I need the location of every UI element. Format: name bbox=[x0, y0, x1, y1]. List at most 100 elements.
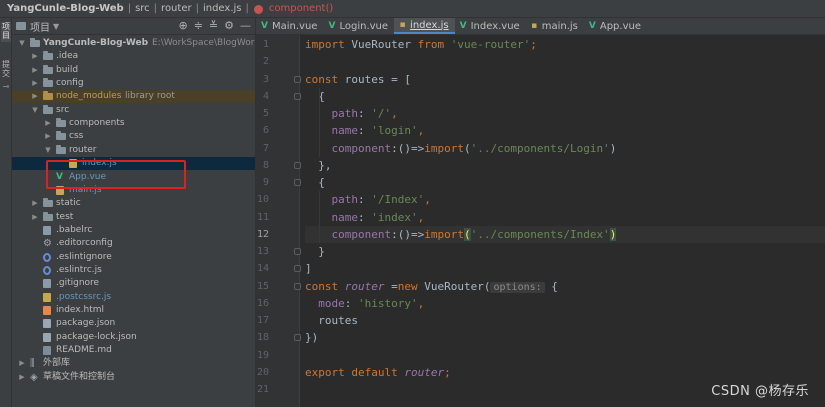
fold-marker-icon[interactable] bbox=[294, 334, 301, 342]
locate-icon[interactable]: ⊕ bbox=[178, 19, 187, 32]
tree-item-package-lock-json[interactable]: package-lock.json bbox=[12, 331, 255, 344]
tree-item-build[interactable]: ▶ build bbox=[12, 64, 255, 77]
fold-marker-icon[interactable] bbox=[294, 92, 301, 100]
tab-login-vue[interactable]: V Login.vue bbox=[323, 18, 394, 34]
code-line[interactable]: ] bbox=[305, 260, 825, 277]
chevron-right-icon[interactable]: ▶ bbox=[18, 371, 26, 384]
code-line[interactable]: { bbox=[305, 174, 825, 191]
tab-index-js[interactable]: ▪ index.js bbox=[394, 18, 455, 34]
breadcrumb-src[interactable]: src bbox=[132, 3, 153, 14]
commit-tool-tab[interactable]: 提交 bbox=[1, 60, 11, 80]
navigation-bar: YangCunle-Blog-Web | src | router | inde… bbox=[0, 0, 825, 18]
code-token: : bbox=[358, 193, 372, 207]
tab-app-vue[interactable]: V App.vue bbox=[584, 18, 647, 34]
code-editor[interactable]: 1 2 3 4 5 6 7 8 9 10 11 12 13 14 15 16 17 18 19 20 21 import… bbox=[256, 35, 825, 407]
code-line[interactable] bbox=[305, 347, 825, 364]
fold-marker-icon[interactable] bbox=[294, 282, 301, 290]
tab-main-vue[interactable]: V Main.vue bbox=[256, 18, 323, 34]
tree-item-config[interactable]: ▶ config bbox=[12, 77, 255, 90]
hide-icon[interactable]: — bbox=[240, 19, 251, 32]
chevron-down-icon[interactable]: ▼ bbox=[31, 104, 39, 117]
line-number: 9 bbox=[262, 177, 269, 188]
tree-item-草稿文件和控制台[interactable]: ▶ ◈ 草稿文件和控制台 bbox=[12, 371, 255, 384]
tree-item-yangcunle-blog-web[interactable]: ▼ YangCunle-Blog-Web E:\WorkSpace\BlogWork… bbox=[12, 37, 290, 50]
chevron-down-icon[interactable]: ▼ bbox=[44, 144, 52, 157]
tree-item-postcssrc-js[interactable]: .postcssrc.js bbox=[12, 291, 255, 304]
tree-item-components[interactable]: ▶ components bbox=[12, 117, 255, 130]
code-line[interactable]: } bbox=[305, 243, 825, 260]
code-token: const bbox=[305, 279, 345, 293]
code-line[interactable]: mode: 'history', bbox=[305, 295, 825, 312]
code-line[interactable]: component:()=>import('../components/Inde… bbox=[305, 225, 825, 243]
fold-marker-icon[interactable] bbox=[294, 179, 301, 186]
code-line[interactable]: component:()=>import('../components/Logi… bbox=[305, 140, 825, 157]
html-file-icon bbox=[43, 306, 51, 315]
collapse-all-icon[interactable]: ≚ bbox=[209, 19, 218, 32]
code-line[interactable]: export default router; bbox=[305, 364, 825, 381]
tree-item-router[interactable]: ▼ router bbox=[12, 144, 255, 157]
breadcrumb-file[interactable]: index.js bbox=[200, 3, 245, 14]
code-line[interactable]: { bbox=[305, 88, 825, 105]
tree-item-package-json[interactable]: package.json bbox=[12, 317, 255, 330]
code-line[interactable]: const router =new VueRouter(options: { bbox=[305, 278, 825, 295]
code-line[interactable]: import VueRouter from 'vue-router'; bbox=[305, 36, 825, 53]
tree-item-editorconfig[interactable]: ⚙ .editorconfig bbox=[12, 237, 255, 250]
tree-item-babelrc[interactable]: .babelrc bbox=[12, 224, 255, 237]
chevron-right-icon[interactable]: ▶ bbox=[44, 130, 52, 143]
code-line[interactable]: path: '/', bbox=[305, 105, 825, 122]
code-line[interactable]: const routes = [ bbox=[305, 71, 825, 88]
tab-main-js[interactable]: ▪ main.js bbox=[526, 18, 584, 34]
project-panel-title[interactable]: 项目 bbox=[30, 19, 50, 34]
tree-item-static[interactable]: ▶ static bbox=[12, 197, 255, 210]
expand-all-icon[interactable]: ≑ bbox=[194, 19, 203, 32]
fold-marker-icon[interactable] bbox=[294, 248, 301, 255]
chevron-down-icon[interactable]: ▼ bbox=[53, 22, 59, 31]
tree-item-label: .eslintrc.js bbox=[56, 264, 102, 275]
chevron-down-icon[interactable]: ▼ bbox=[18, 37, 26, 50]
tree-item-css[interactable]: ▶ css bbox=[12, 130, 255, 143]
tree-item-label: css bbox=[69, 131, 84, 142]
breadcrumb-function[interactable]: component() bbox=[266, 3, 336, 14]
chevron-right-icon[interactable]: ▶ bbox=[31, 90, 39, 103]
breadcrumb-separator: | bbox=[245, 3, 249, 14]
code-token: ] bbox=[305, 262, 312, 276]
fold-marker-icon[interactable] bbox=[294, 265, 301, 273]
code-line[interactable]: path: '/Index', bbox=[305, 191, 825, 208]
commit-icon[interactable]: ⊸ bbox=[1, 82, 11, 92]
tree-item-eslintignore[interactable]: .eslintignore bbox=[12, 251, 255, 264]
code-line[interactable]: }) bbox=[305, 329, 825, 346]
breadcrumb-project[interactable]: YangCunle-Blog-Web bbox=[4, 3, 127, 14]
chevron-right-icon[interactable]: ▶ bbox=[31, 50, 39, 63]
fold-marker-icon[interactable] bbox=[294, 75, 301, 83]
chevron-right-icon[interactable]: ▶ bbox=[44, 117, 52, 130]
tree-item-node-modules[interactable]: ▶ node_modules library root bbox=[12, 90, 255, 104]
chevron-right-icon[interactable]: ▶ bbox=[31, 77, 39, 90]
tree-item-idea[interactable]: ▶ .idea bbox=[12, 50, 255, 63]
line-number: 15 bbox=[256, 280, 269, 292]
tree-item-外部库[interactable]: ▶ ⫼ 外部库 bbox=[12, 357, 255, 370]
fold-marker-icon[interactable] bbox=[294, 161, 301, 169]
code-line[interactable] bbox=[305, 53, 825, 70]
chevron-right-icon[interactable]: ▶ bbox=[31, 211, 39, 224]
code-line[interactable]: }, bbox=[305, 157, 825, 174]
chevron-right-icon[interactable]: ▶ bbox=[31, 64, 39, 77]
code-line[interactable]: name: 'login', bbox=[305, 122, 825, 139]
code-line[interactable]: name: 'index', bbox=[305, 209, 825, 226]
chevron-right-icon[interactable]: ▶ bbox=[18, 357, 26, 370]
tree-item-test[interactable]: ▶ test bbox=[12, 211, 255, 224]
tab-index-vue[interactable]: V Index.vue bbox=[455, 18, 526, 34]
gear-icon[interactable]: ⚙ bbox=[224, 19, 234, 32]
tree-item-gitignore[interactable]: .gitignore bbox=[12, 277, 255, 290]
tree-item-src[interactable]: ▼ src bbox=[12, 104, 255, 117]
tree-item-label: .eslintignore bbox=[56, 251, 112, 262]
breadcrumb-router[interactable]: router bbox=[158, 3, 195, 14]
project-tool-tab[interactable]: 项目 bbox=[1, 22, 11, 42]
tree-item-index-html[interactable]: index.html bbox=[12, 304, 255, 317]
tree-item-readme-md[interactable]: README.md bbox=[12, 344, 255, 357]
code-line[interactable]: routes bbox=[305, 312, 825, 329]
folder-icon bbox=[56, 144, 66, 154]
tab-label: App.vue bbox=[599, 20, 641, 32]
tree-item-eslintrc-js[interactable]: .eslintrc.js bbox=[12, 264, 255, 277]
chevron-right-icon[interactable]: ▶ bbox=[31, 197, 39, 210]
